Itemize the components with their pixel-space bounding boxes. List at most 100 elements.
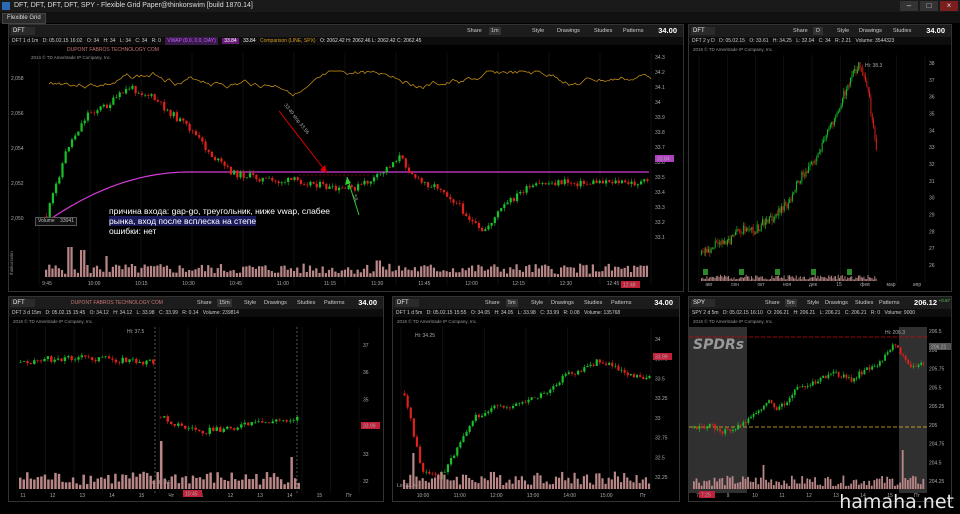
tab-flexible-grid[interactable]: Flexible Grid: [2, 13, 46, 24]
share-button[interactable]: Share: [467, 27, 482, 35]
daily-volume-bar: [722, 277, 724, 281]
five-candle: [524, 402, 527, 403]
symbol-input[interactable]: DFT: [691, 27, 715, 35]
fifteen-candle: [177, 423, 180, 426]
studies-button[interactable]: Studies: [893, 27, 911, 35]
daily-candle: [726, 240, 728, 245]
fifteen-min-chart-canvas[interactable]: 3736353433321112131415Чт1112131415ПтHi: …: [9, 317, 383, 501]
style-button[interactable]: Style: [532, 27, 544, 35]
patterns-button[interactable]: Patterns: [623, 27, 643, 35]
aggregation-button[interactable]: 1m: [489, 27, 501, 35]
right-axis-tick: 34: [929, 128, 935, 134]
studies-button[interactable]: Studies: [594, 27, 612, 35]
aggregation-button[interactable]: 15m: [217, 299, 232, 307]
five-volume-bar: [629, 480, 632, 489]
share-button[interactable]: Share: [197, 299, 212, 307]
drawings-button[interactable]: Drawings: [264, 299, 287, 307]
fifteen-candle: [152, 359, 155, 364]
time-axis-tick: 12: [50, 493, 56, 499]
daily-volume-bar: [821, 276, 823, 281]
close-button[interactable]: ×: [940, 1, 958, 11]
fifteen-volume-bar: [258, 484, 262, 489]
price-candle: [245, 177, 248, 178]
fifteen-volume-bar: [195, 477, 198, 489]
style-button[interactable]: Style: [244, 299, 256, 307]
hi-label: Hi: 37.5: [127, 329, 144, 335]
drawings-button[interactable]: Drawings: [859, 27, 882, 35]
volume-bar: [73, 269, 76, 277]
fifteen-volume-bar: [283, 484, 286, 489]
aggregation-button[interactable]: 5m: [506, 299, 518, 307]
left-axis-tick: 2,054: [11, 146, 24, 152]
five-candle: [555, 384, 558, 387]
price-candle: [194, 131, 198, 136]
five-candle: [601, 362, 605, 364]
drawings-button[interactable]: Drawings: [825, 299, 848, 307]
style-button[interactable]: Style: [837, 27, 849, 35]
daily-candle: [875, 138, 877, 150]
spy-candle: [778, 406, 781, 410]
patterns-button[interactable]: Patterns: [324, 299, 344, 307]
daily-candle: [716, 241, 718, 243]
lo-label: Lo: 32.04: [149, 480, 170, 486]
daily-candle: [772, 220, 774, 222]
daily-candle: [747, 228, 749, 230]
daily-chart-canvas[interactable]: 38 37 36 35 34 33 32 31 30 29 28 27 26 авг сен окт ноя де…: [689, 45, 951, 291]
drawings-button[interactable]: Drawings: [557, 27, 580, 35]
price-candle: [55, 183, 58, 194]
share-button[interactable]: Share: [793, 27, 808, 35]
five-min-chart-canvas[interactable]: 3433.7533.533.253332.7532.532.2510:0011:…: [393, 317, 679, 501]
daily-candle: [798, 181, 800, 184]
volume-bar: [102, 271, 105, 277]
daily-candle: [740, 230, 742, 234]
studies-button[interactable]: Studies: [297, 299, 315, 307]
share-button[interactable]: Share: [765, 299, 780, 307]
studies-button[interactable]: Studies: [584, 299, 602, 307]
spy-volume-bar: [744, 478, 747, 489]
volume-bar: [264, 265, 267, 277]
share-button[interactable]: Share: [485, 299, 500, 307]
volume-bar: [108, 271, 111, 277]
five-candle: [515, 403, 518, 406]
daily-volume-bar: [813, 277, 815, 281]
daily-candle: [801, 172, 803, 182]
aggregation-button[interactable]: D: [813, 27, 823, 35]
daily-volume-bar: [738, 278, 740, 281]
time-axis-tick: 10:45: [229, 281, 242, 287]
five-candle: [474, 414, 477, 421]
stop-arrow-line: [278, 110, 328, 174]
patterns-button[interactable]: Patterns: [611, 299, 631, 307]
window-titlebar: DFT, DFT, DFT, DFT, SPY - Flexible Grid …: [0, 0, 960, 12]
five-candle: [422, 463, 425, 472]
volume-bar: [645, 265, 649, 277]
five-volume-bar: [424, 480, 427, 489]
symbol-input[interactable]: DFT: [11, 27, 35, 35]
volume-bar: [378, 260, 382, 277]
spy-volume-bar: [852, 480, 855, 489]
symbol-input[interactable]: DFT: [11, 299, 35, 307]
volume-bar: [483, 270, 486, 277]
daily-candle: [858, 62, 860, 70]
maximize-button[interactable]: □: [920, 1, 938, 11]
volume-bar: [610, 270, 614, 277]
main-chart-canvas[interactable]: 2,058 2,056 2,054 2,052 2,050 34.3 34.2 34.1 34 3…: [9, 45, 683, 291]
style-button[interactable]: Style: [531, 299, 543, 307]
symbol-input[interactable]: DFT: [395, 299, 419, 307]
chart-info-bar: SPY 2 d 5m D: 05.02.15 16:10 O: 206.21 H…: [689, 309, 951, 317]
price-candle: [287, 177, 290, 182]
volume-bar: [544, 264, 547, 277]
symbol-input[interactable]: SPY: [691, 299, 715, 307]
style-button[interactable]: Style: [807, 299, 819, 307]
aggregation-button[interactable]: 5m: [785, 299, 797, 307]
spy-chart-panel: SPY Share 5m Style Drawings Studies Patt…: [688, 296, 952, 502]
patterns-button[interactable]: Patterns: [879, 299, 899, 307]
studies-button[interactable]: Studies: [855, 299, 873, 307]
drawings-button[interactable]: Drawings: [551, 299, 574, 307]
spy-candle: [891, 344, 894, 351]
daily-volume-bar: [814, 274, 816, 281]
daily-volume-bar: [832, 278, 834, 281]
spy-candle: [907, 359, 910, 365]
time-axis-tick: 13: [833, 493, 839, 499]
minimize-button[interactable]: –: [900, 1, 918, 11]
fifteen-candle: [282, 420, 285, 421]
